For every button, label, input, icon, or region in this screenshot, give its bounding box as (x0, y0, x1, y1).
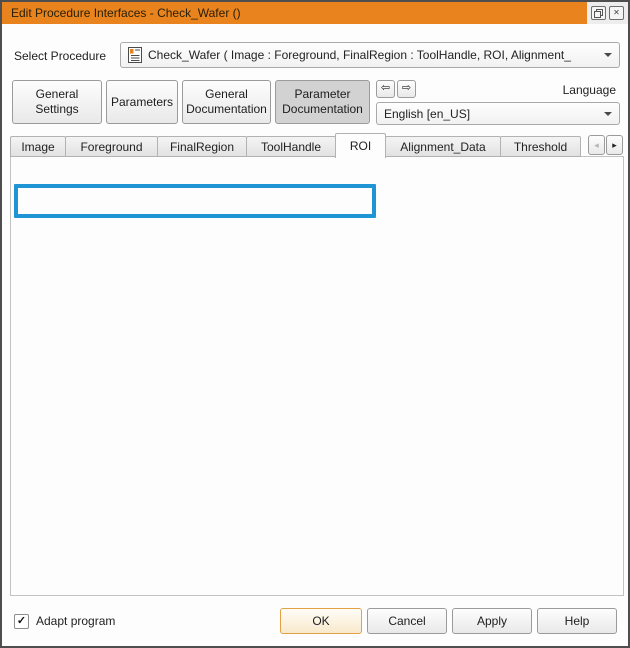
forward-arrow-icon: ⇨ (402, 82, 411, 96)
language-label: Language (563, 82, 616, 98)
restore-icon (594, 9, 603, 18)
checkbox-box: ✓ (14, 614, 29, 629)
close-button[interactable]: ✕ (609, 6, 624, 20)
select-procedure-label: Select Procedure (14, 48, 106, 64)
parameter-tabbar: Image Foreground FinalRegion ToolHandle … (10, 133, 581, 157)
tab-label: Alignment_Data (400, 140, 485, 154)
roi-tab-panel (10, 156, 624, 596)
tab-label: Threshold (514, 140, 567, 154)
tab-label: FinalRegion (170, 140, 234, 154)
tab-label: ROI (350, 139, 371, 153)
adapt-program-checkbox[interactable]: ✓ Adapt program (14, 613, 115, 629)
tab-finalregion[interactable]: FinalRegion (157, 136, 247, 157)
general-settings-label: General Settings (26, 87, 88, 117)
chevron-down-icon (604, 53, 612, 57)
titlebar-controls: ✕ (587, 2, 628, 24)
parameter-documentation-label: Parameter Documentation (278, 87, 368, 117)
tab-image[interactable]: Image (10, 136, 66, 157)
titlebar: Edit Procedure Interfaces - Check_Wafer … (2, 2, 628, 24)
tab-label: ToolHandle (261, 140, 321, 154)
ok-label: OK (312, 614, 329, 629)
general-settings-button[interactable]: General Settings (12, 80, 102, 124)
tab-roi[interactable]: ROI (335, 133, 386, 158)
tab-label: Image (21, 140, 54, 154)
chevron-down-icon (604, 112, 612, 116)
close-icon: ✕ (613, 9, 620, 17)
titlebar-background: Edit Procedure Interfaces - Check_Wafer … (2, 2, 587, 24)
tab-next-icon: ▸ (612, 140, 617, 151)
select-procedure-value: Check_Wafer ( Image : Foreground, FinalR… (148, 48, 598, 62)
tab-prev-icon: ◂ (594, 140, 599, 151)
cancel-button[interactable]: Cancel (367, 608, 447, 634)
adapt-program-label: Adapt program (36, 614, 115, 628)
parameter-documentation-button[interactable]: Parameter Documentation (275, 80, 370, 124)
restore-button[interactable] (591, 6, 606, 20)
language-dropdown[interactable]: English [en_US] (376, 102, 620, 125)
parameters-button[interactable]: Parameters (106, 80, 178, 124)
ok-button[interactable]: OK (280, 608, 362, 634)
cancel-label: Cancel (388, 614, 425, 629)
tab-foreground[interactable]: Foreground (65, 136, 158, 157)
apply-label: Apply (477, 614, 507, 629)
language-forward-button[interactable]: ⇨ (397, 80, 416, 98)
checkmark-icon: ✓ (17, 616, 26, 627)
tab-label: Foreground (80, 140, 142, 154)
language-back-button[interactable]: ⇦ (376, 80, 395, 98)
apply-button[interactable]: Apply (452, 608, 532, 634)
edit-procedure-interfaces-dialog: Edit Procedure Interfaces - Check_Wafer … (0, 0, 630, 648)
tab-alignment-data[interactable]: Alignment_Data (385, 136, 501, 157)
general-documentation-button[interactable]: General Documentation (182, 80, 271, 124)
tab-toolhandle[interactable]: ToolHandle (246, 136, 336, 157)
window-title: Edit Procedure Interfaces - Check_Wafer … (11, 6, 241, 20)
language-value: English [en_US] (384, 107, 598, 121)
back-arrow-icon: ⇦ (381, 82, 390, 96)
help-button[interactable]: Help (537, 608, 617, 634)
select-procedure-dropdown[interactable]: Check_Wafer ( Image : Foreground, FinalR… (120, 42, 620, 68)
parameters-label: Parameters (111, 95, 173, 110)
help-label: Help (565, 614, 590, 629)
tab-scroll-left-button[interactable]: ◂ (588, 135, 605, 155)
general-documentation-label: General Documentation (183, 87, 270, 117)
tab-scroll-right-button[interactable]: ▸ (606, 135, 623, 155)
tab-threshold[interactable]: Threshold (500, 136, 581, 157)
procedure-icon (128, 47, 142, 63)
